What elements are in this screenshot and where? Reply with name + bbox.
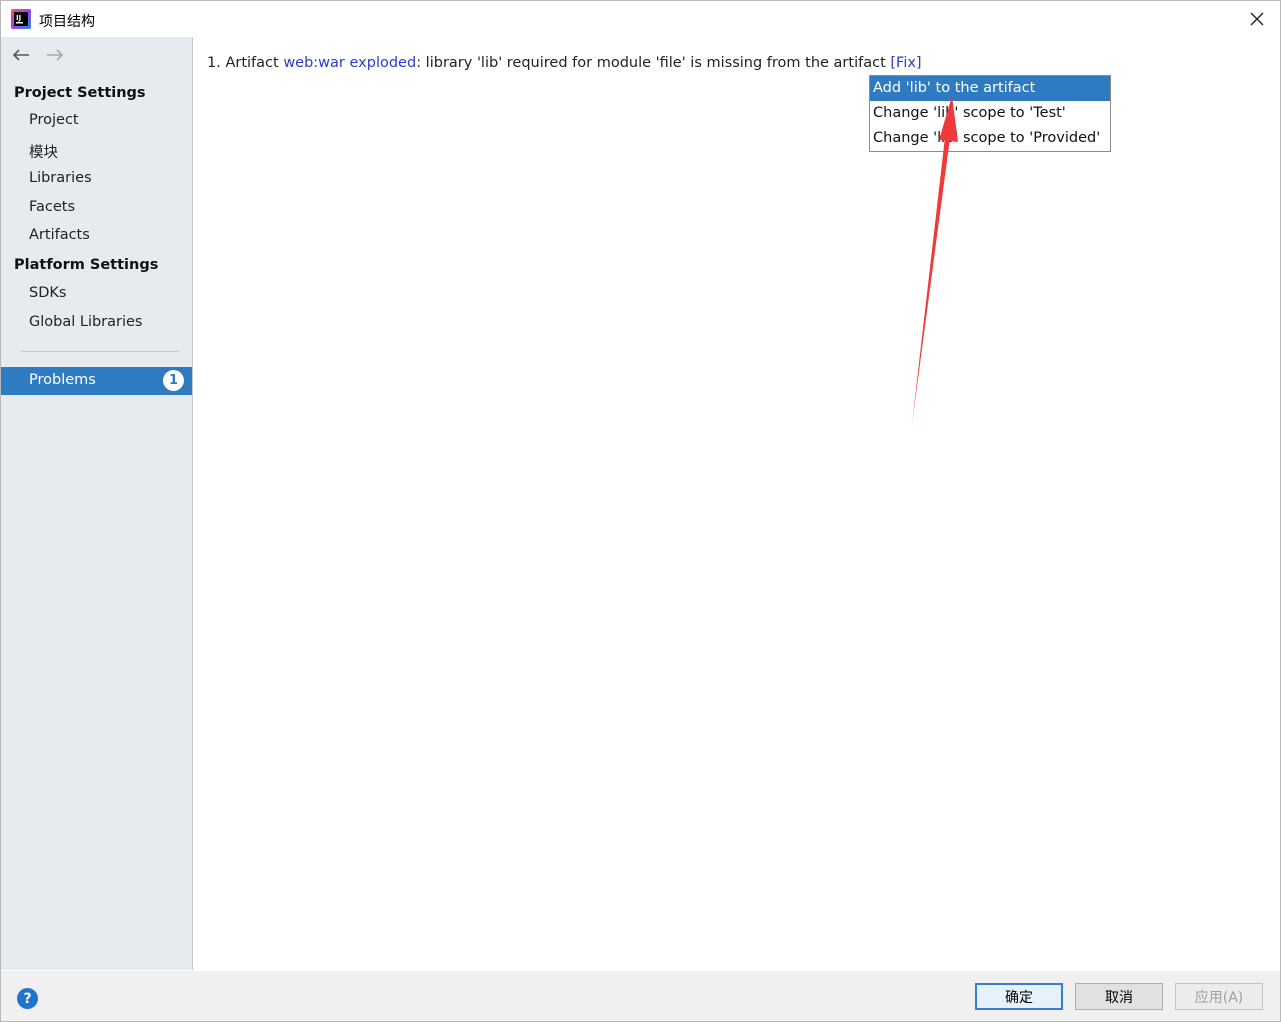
close-button[interactable] [1234,1,1280,37]
problem-number: 1. [207,55,221,71]
cancel-button[interactable]: 取消 [1075,983,1163,1010]
dialog-button-bar: ? 确定 取消 应用(A) [1,971,1280,1021]
back-button[interactable] [11,45,31,65]
problem-message: : library 'lib' required for module 'fil… [416,55,886,71]
sidebar-divider [21,351,179,352]
fix-option-scope-provided[interactable]: Change 'lib' scope to 'Provided' [870,126,1110,151]
problems-panel: 1. Artifact web:war exploded: library 'l… [193,37,1280,970]
problems-label: Problems [29,372,96,388]
title-bar: IJ 项目结构 [1,1,1280,37]
forward-button[interactable] [45,45,65,65]
artifact-link[interactable]: web:war exploded [283,55,416,71]
sidebar-item-artifacts[interactable]: Artifacts [29,227,90,243]
ok-button[interactable]: 确定 [975,983,1063,1010]
intellij-app-icon: IJ [11,9,31,29]
fix-options-popup: Add 'lib' to the artifact Change 'lib' s… [869,75,1111,152]
problem-item: 1. Artifact web:war exploded: library 'l… [207,55,922,71]
help-button[interactable]: ? [17,988,38,1009]
sidebar-item-project[interactable]: Project [29,112,79,128]
arrow-right-icon [47,49,64,61]
settings-sidebar: Project Settings Project 模块 Libraries Fa… [1,37,193,970]
history-navigation [11,45,65,65]
project-structure-dialog: IJ 项目结构 Project Settings Project 模块 Libr… [0,0,1281,1022]
sidebar-item-problems[interactable]: Problems 1 [1,367,192,395]
fix-option-add-to-artifact[interactable]: Add 'lib' to the artifact [870,76,1110,101]
problems-count-badge: 1 [163,370,184,391]
platform-settings-heading: Platform Settings [14,257,159,273]
svg-text:IJ: IJ [16,14,21,22]
sidebar-item-facets[interactable]: Facets [29,199,75,215]
arrow-left-icon [12,49,29,61]
close-icon [1250,12,1264,26]
apply-button[interactable]: 应用(A) [1175,983,1263,1010]
project-settings-heading: Project Settings [14,85,146,101]
sidebar-item-modules[interactable]: 模块 [29,141,58,162]
sidebar-item-sdks[interactable]: SDKs [29,285,66,301]
sidebar-item-global-libraries[interactable]: Global Libraries [29,314,143,330]
fix-link[interactable]: [Fix] [890,55,921,71]
fix-option-scope-test[interactable]: Change 'lib' scope to 'Test' [870,101,1110,126]
problem-prefix: Artifact [225,55,279,71]
window-title: 项目结构 [39,14,95,30]
sidebar-item-libraries[interactable]: Libraries [29,170,92,186]
